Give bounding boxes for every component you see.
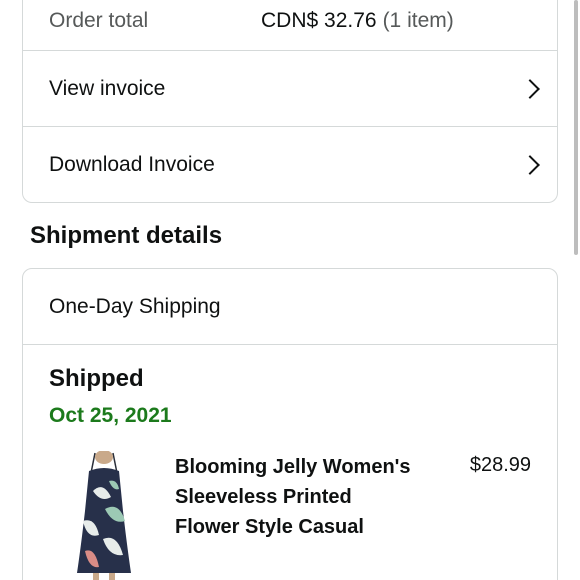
chevron-right-icon (520, 155, 540, 175)
product-price: $28.99 (469, 454, 531, 476)
order-item-count: (1 item) (382, 9, 454, 32)
download-invoice-label: Download Invoice (49, 153, 215, 176)
shipping-method-row: One-Day Shipping (23, 269, 557, 344)
order-summary-card: Order total CDN$ 32.76 (1 item) View inv… (22, 0, 558, 203)
shipping-method-label: One-Day Shipping (49, 294, 221, 318)
shipment-divider (23, 344, 557, 345)
scrollbar[interactable] (574, 0, 578, 255)
order-total-value: CDN$ 32.76 (261, 9, 377, 32)
view-invoice-row[interactable]: View invoice (23, 50, 557, 126)
product-title-link[interactable]: Blooming Jelly Women's Sleeveless Printe… (175, 452, 415, 542)
chevron-right-icon (520, 78, 540, 99)
order-details-page: Order total CDN$ 32.76 (1 item) View inv… (0, 0, 580, 580)
shipment-date: Oct 25, 2021 (49, 404, 172, 427)
order-total-label: Order total (49, 9, 149, 32)
view-invoice-label: View invoice (49, 76, 166, 100)
shipment-details-heading: Shipment details (30, 222, 223, 249)
product-image[interactable] (73, 451, 135, 580)
download-invoice-row[interactable]: Download Invoice (23, 126, 557, 203)
order-total-row: Order total CDN$ 32.76 (1 item) (23, 0, 557, 50)
shipment-status: Shipped (49, 365, 144, 392)
shipment-card: One-Day Shipping Shipped Oct 25, 2021 Bl… (22, 268, 558, 580)
